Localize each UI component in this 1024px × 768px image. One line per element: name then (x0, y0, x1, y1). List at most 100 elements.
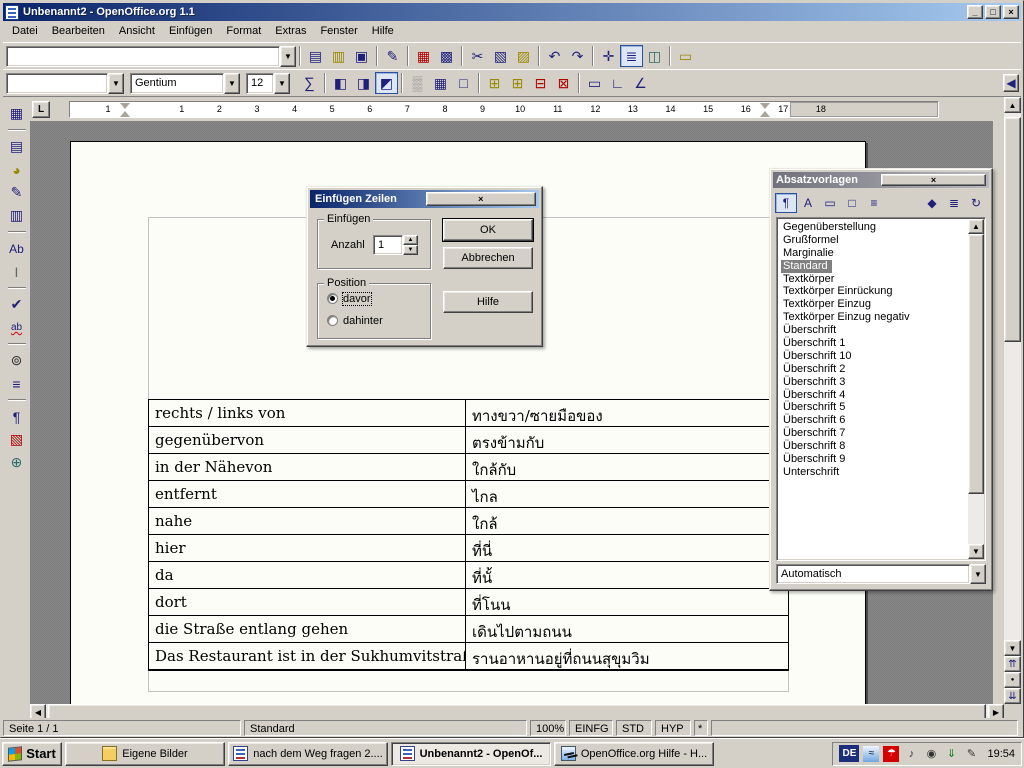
antivirus-tray-icon[interactable]: ☂ (883, 746, 899, 762)
url-dropdown-icon[interactable]: ▼ (280, 46, 296, 67)
merge-cells-icon[interactable]: ◧ (329, 72, 352, 94)
delete-row-icon[interactable]: ⊟ (529, 72, 552, 94)
stylist-scrollbar[interactable]: ▲ ▼ (968, 219, 984, 559)
style-list-item[interactable]: Überschrift 3 (781, 376, 968, 389)
status-selection-mode[interactable]: STD (616, 720, 652, 736)
open-icon[interactable]: ▥ (327, 45, 350, 67)
more-toolbar-button[interactable]: ◀ (1003, 74, 1019, 92)
status-zoom[interactable]: 100% (530, 720, 566, 736)
style-dropdown-icon[interactable]: ▼ (108, 73, 124, 94)
style-list-item[interactable]: Überschrift 10 (781, 350, 968, 363)
background-color-icon[interactable]: ▒ (406, 72, 429, 94)
filter-dropdown-icon[interactable]: ▼ (970, 564, 986, 584)
style-combobox[interactable]: ▼ (6, 73, 124, 94)
start-button[interactable]: Start (2, 742, 62, 766)
right-indent-marker[interactable] (760, 103, 770, 117)
insert-fields-icon[interactable]: ▥ (6, 205, 28, 226)
table-cell-thai[interactable]: ที่นี่ (466, 535, 788, 561)
direct-cursor-icon[interactable]: I (6, 261, 28, 282)
status-style[interactable]: Standard (244, 720, 527, 736)
insert-chart-icon[interactable]: ◕ (6, 159, 28, 180)
cancel-button[interactable]: Abbrechen (443, 247, 533, 269)
style-list-item[interactable]: Überschrift 9 (781, 453, 968, 466)
pen-tray-icon[interactable]: ✎ (963, 746, 979, 762)
url-field[interactable] (6, 46, 280, 67)
autotext-icon[interactable]: Ab (6, 238, 28, 259)
stylist-close-button[interactable]: × (881, 174, 986, 186)
update-style-icon[interactable]: ↻ (965, 193, 987, 213)
auto-spellcheck-icon[interactable]: ab (6, 317, 28, 338)
radio-before-label[interactable]: davor (343, 293, 371, 305)
export-pdf-icon[interactable]: ▦ (412, 45, 435, 67)
radio-after-icon[interactable] (327, 315, 338, 326)
stylist-title-bar[interactable]: Absatzvorlagen × (773, 172, 989, 188)
menu-item[interactable]: Format (219, 22, 268, 40)
font-size-field[interactable]: 12 (246, 73, 274, 94)
table-cell-thai[interactable]: เดินไปตามถนน (466, 616, 788, 642)
dialog-title-bar[interactable]: Einfügen Zeilen × (310, 190, 539, 208)
style-list-item[interactable]: Überschrift 7 (781, 427, 968, 440)
style-list-item[interactable]: Überschrift 6 (781, 414, 968, 427)
table-cell-thai[interactable]: ไกล (466, 481, 788, 507)
style-list-item[interactable]: Textkörper Einrückung (781, 285, 968, 298)
fill-format-mode-icon[interactable]: ◆ (921, 193, 943, 213)
radio-before-icon[interactable] (327, 293, 338, 304)
insert-dimension-icon[interactable]: ∠ (629, 72, 652, 94)
stylist-icon[interactable]: ≣ (620, 45, 643, 67)
table-cell-german[interactable]: gegenübervon (149, 427, 466, 453)
style-list-item[interactable]: Überschrift 4 (781, 389, 968, 402)
delete-column-icon[interactable]: ⊠ (552, 72, 575, 94)
ok-button[interactable]: OK (443, 219, 533, 241)
radio-before-row[interactable]: davor (327, 293, 371, 305)
status-insert-mode[interactable]: EINFG (569, 720, 613, 736)
insert-section-icon[interactable]: ▤ (6, 136, 28, 157)
taskbar-task[interactable]: nach dem Weg fragen 2.... (228, 742, 388, 766)
print-icon[interactable]: ▩ (435, 45, 458, 67)
menu-item[interactable]: Datei (5, 22, 45, 40)
gallery-icon[interactable]: ◫ (643, 45, 666, 67)
table-cell-german[interactable]: in der Nähevon (149, 454, 466, 480)
quickstarter-tray-icon[interactable]: ≈ (863, 746, 879, 762)
status-hyperlink-mode[interactable]: HYP (655, 720, 691, 736)
style-list-item[interactable]: Überschrift (781, 324, 968, 337)
paragraph-styles-icon[interactable]: ¶ (775, 193, 797, 213)
table-cell-thai[interactable]: ที่โนน (466, 589, 788, 615)
table-cell-german[interactable]: die Straße entlang gehen (149, 616, 466, 642)
style-list-item[interactable]: Marginalie (781, 247, 968, 260)
insert-column-icon[interactable]: ⊞ (506, 72, 529, 94)
taskbar-task[interactable]: Eigene Bilder (65, 742, 225, 766)
sum-icon[interactable]: ∑ (298, 72, 321, 94)
style-list-item[interactable]: Textkörper (781, 273, 968, 286)
undo-icon[interactable]: ↶ (543, 45, 566, 67)
help-button[interactable]: Hilfe (443, 291, 533, 313)
previous-page-icon[interactable]: ⇈ (1004, 656, 1021, 672)
menu-item[interactable]: Ansicht (112, 22, 162, 40)
borders-icon[interactable]: ▦ (429, 72, 452, 94)
navigation-dot-icon[interactable]: ● (1004, 672, 1021, 688)
horizontal-ruler[interactable]: 1 123456789101112131415161718 (69, 101, 939, 118)
navigator-icon[interactable]: ✛ (597, 45, 620, 67)
style-filter-combobox[interactable]: Automatisch ▼ (776, 564, 986, 584)
insert-table-icon[interactable]: ▦ (6, 103, 28, 124)
restore-button[interactable]: □ (985, 5, 1001, 19)
redo-icon[interactable]: ↷ (566, 45, 589, 67)
style-list-item[interactable]: Unterschrift (781, 466, 968, 479)
minimize-button[interactable]: _ (967, 5, 983, 19)
menu-item[interactable]: Fenster (313, 22, 364, 40)
table-cell-thai[interactable]: ใกล้ (466, 508, 788, 534)
radio-after-label[interactable]: dahinter (343, 315, 383, 327)
style-list-item[interactable]: Überschrift 8 (781, 440, 968, 453)
table-cell-german[interactable]: Das Restaurant ist in der Sukhumvitstraß… (149, 643, 466, 669)
table-cell-thai[interactable]: ทางขวา/ซายมือของ (466, 400, 788, 426)
page-styles-icon[interactable]: □ (841, 193, 863, 213)
size-dropdown-icon[interactable]: ▼ (274, 73, 290, 94)
next-page-icon[interactable]: ⇊ (1004, 688, 1021, 704)
style-filter-value[interactable]: Automatisch (776, 564, 970, 584)
paste-icon[interactable]: ▨ (512, 45, 535, 67)
table-cell-thai[interactable]: ใกล้กับ (466, 454, 788, 480)
edit-file-icon[interactable]: ✎ (381, 45, 404, 67)
frame-styles-icon[interactable]: ▭ (819, 193, 841, 213)
style-field[interactable] (6, 73, 108, 94)
style-list-item[interactable]: Überschrift 2 (781, 363, 968, 376)
table-cell-german[interactable]: da (149, 562, 466, 588)
